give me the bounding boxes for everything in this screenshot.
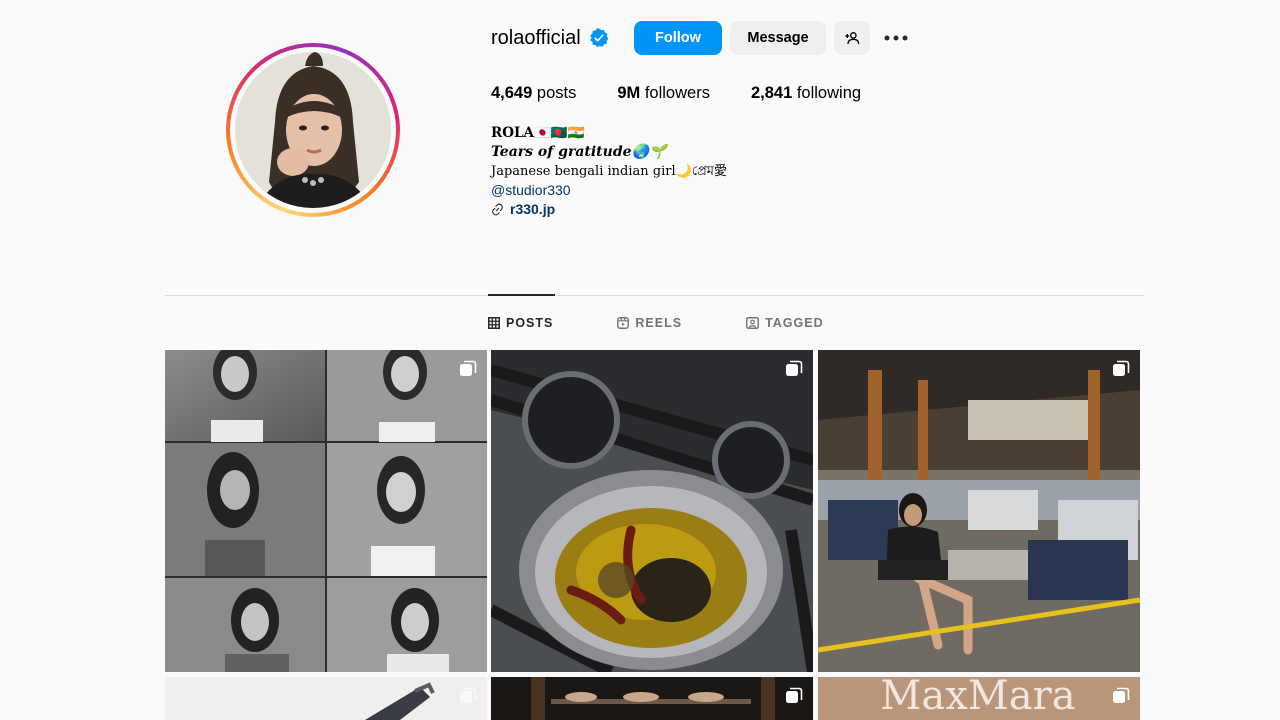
post-image-factory xyxy=(818,350,1140,672)
carousel-icon xyxy=(460,687,477,703)
followers-label: followers xyxy=(644,84,710,102)
more-options-icon xyxy=(884,35,908,41)
followers-stat[interactable]: 9M followers xyxy=(617,84,710,103)
posts-label: posts xyxy=(536,84,577,102)
following-count: 2,841 xyxy=(750,84,793,102)
post-image-stove-pan xyxy=(491,350,813,672)
carousel-icon xyxy=(786,687,803,703)
following-stat[interactable]: 2,841 following xyxy=(751,84,861,103)
avatar-portrait xyxy=(235,52,391,208)
tab-label: POSTS xyxy=(506,316,554,330)
carousel-icon xyxy=(460,360,477,376)
tagged-icon xyxy=(746,317,760,329)
follow-button[interactable]: Follow xyxy=(634,21,722,55)
profile-bio: ROLA🇯🇵🇧🇩🇮🇳 Tears of gratitude🌏🌱 Japanese… xyxy=(491,124,727,219)
tab-tagged[interactable]: TAGGED xyxy=(746,316,824,330)
post-tile[interactable] xyxy=(491,350,813,672)
reels-icon xyxy=(617,317,630,329)
add-person-icon xyxy=(845,32,860,45)
post-image-magazine xyxy=(165,677,487,720)
bio-website-link[interactable]: r330.jp xyxy=(491,200,727,219)
display-name: ROLA🇯🇵🇧🇩🇮🇳 xyxy=(491,125,585,141)
post-tile[interactable] xyxy=(818,350,1140,672)
post-image-maxmara: MaxMara xyxy=(818,677,1140,720)
tab-posts[interactable]: POSTS xyxy=(488,316,553,330)
avatar xyxy=(235,52,391,208)
tab-reels[interactable]: REELS xyxy=(617,316,682,330)
tab-label: REELS xyxy=(635,316,683,330)
username[interactable]: rolaofficial xyxy=(491,27,581,50)
website-url: r330.jp xyxy=(510,201,556,217)
maxmara-wordmark: MaxMara xyxy=(880,677,1075,719)
bio-tagline: Tears of gratitude🌏🌱 xyxy=(491,144,667,160)
carousel-icon xyxy=(1113,687,1130,703)
post-tile[interactable] xyxy=(165,350,487,672)
posts-count: 4,649 xyxy=(491,84,533,102)
link-icon xyxy=(492,203,503,216)
more-options-button[interactable] xyxy=(882,26,910,50)
post-image-bw-collage xyxy=(165,350,487,672)
suggest-similar-button[interactable] xyxy=(834,21,870,55)
active-tab-indicator xyxy=(488,294,555,296)
post-tile[interactable] xyxy=(491,677,813,720)
posts-stat: 4,649 posts xyxy=(491,84,576,103)
profile-avatar-story-ring[interactable] xyxy=(226,43,400,217)
profile-stats: 4,649 posts 9M followers 2,841 following xyxy=(491,84,902,103)
verified-badge-icon xyxy=(589,28,608,48)
tabs-divider xyxy=(165,295,1144,296)
carousel-icon xyxy=(786,360,803,376)
post-tile[interactable] xyxy=(165,677,487,720)
bio-description: Japanese bengali indian girl🌙প্রেম愛 xyxy=(491,164,728,179)
carousel-icon xyxy=(1113,360,1130,376)
message-button[interactable]: Message xyxy=(730,21,826,55)
bio-mention-link[interactable]: @studior330 xyxy=(491,181,727,200)
tab-label: TAGGED xyxy=(765,316,824,330)
profile-tabs: POSTS REELS TAGGED xyxy=(488,312,824,334)
post-tile[interactable]: MaxMara xyxy=(818,677,1140,720)
following-label: following xyxy=(796,84,862,102)
post-image-shoe-display xyxy=(491,677,813,720)
followers-count: 9M xyxy=(617,84,641,102)
avatar-border xyxy=(230,47,396,213)
grid-icon xyxy=(488,317,500,329)
username-row: rolaofficial xyxy=(491,20,609,56)
